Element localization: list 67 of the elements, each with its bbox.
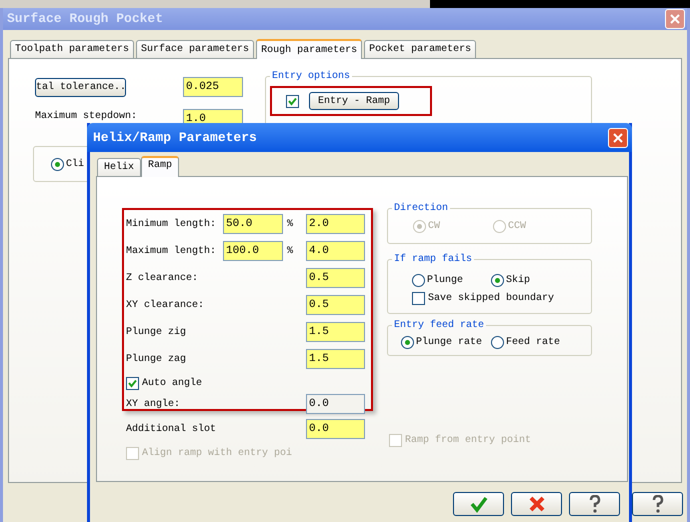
radio-button[interactable] <box>491 274 504 287</box>
close-icon <box>613 132 623 142</box>
input-field[interactable]: 1.5 <box>306 322 365 342</box>
field-label: Maximum stepdown: <box>35 110 138 124</box>
ok-button[interactable] <box>453 492 504 516</box>
group-title: Entry options <box>271 70 352 84</box>
help-icon <box>588 495 602 513</box>
radio-button[interactable] <box>412 274 425 287</box>
radio-label: Plunge rate <box>416 336 482 350</box>
window-title: Surface Rough Pocket <box>7 10 164 28</box>
tab[interactable]: Toolpath parameters <box>10 40 134 58</box>
field-label: XY angle: <box>126 398 182 412</box>
checkbox[interactable] <box>412 292 425 305</box>
input-field[interactable]: 2.0 <box>306 214 365 234</box>
field-label: Maximum length: <box>126 244 218 258</box>
checkbox[interactable] <box>126 377 139 390</box>
radio-button[interactable] <box>401 336 414 349</box>
tab[interactable]: Pocket parameters <box>364 40 476 58</box>
unit-label: % <box>286 218 294 232</box>
input-field[interactable]: 50.0 <box>223 214 283 234</box>
check-icon <box>288 96 297 106</box>
radio-label: Feed rate <box>506 336 560 350</box>
field-label: Plunge zag <box>126 352 188 366</box>
checkbox[interactable] <box>286 94 299 108</box>
input-field[interactable]: 0.0 <box>306 419 365 439</box>
help-button[interactable] <box>569 492 620 516</box>
close-icon <box>670 14 680 24</box>
check-icon <box>128 379 137 388</box>
radio-label: CCW <box>508 220 526 234</box>
close-button[interactable] <box>608 128 628 148</box>
entry-ramp-button[interactable]: Entry - Ramp <box>309 92 399 110</box>
radio-label: CW <box>428 220 440 234</box>
checkbox-label: Ramp from entry point <box>405 434 532 448</box>
input-field[interactable]: 4.0 <box>306 241 365 261</box>
field-label: Plunge zig <box>126 326 188 340</box>
input-field[interactable]: 0.5 <box>306 268 365 288</box>
tab[interactable]: Helix <box>97 158 142 176</box>
unit-label: % <box>286 244 294 258</box>
tolerance-button[interactable]: tal tolerance.. <box>35 78 126 96</box>
radio-button[interactable] <box>491 336 504 349</box>
close-icon <box>528 495 546 513</box>
checkmark-icon <box>470 495 488 513</box>
group-title: Entry feed rate <box>393 318 486 333</box>
help-button[interactable] <box>632 492 683 516</box>
field-label: Additional slot <box>126 422 218 436</box>
input-field[interactable]: 1.5 <box>306 349 365 369</box>
tab[interactable]: Ramp <box>141 156 180 177</box>
radio-button[interactable] <box>51 158 64 170</box>
tab[interactable]: Rough parameters <box>256 39 362 59</box>
cancel-button[interactable] <box>511 492 562 516</box>
radio-label: Cli <box>66 158 84 172</box>
tab[interactable]: Surface parameters <box>136 40 254 58</box>
checkbox-label: Align ramp with entry poi <box>142 446 292 461</box>
input-field[interactable]: 0.5 <box>306 295 365 315</box>
dialog-title: Helix/Ramp Parameters <box>93 128 257 147</box>
checkbox-label: Save skipped boundary <box>428 292 554 306</box>
field-label: Z clearance: <box>126 272 200 286</box>
input-field[interactable]: 100.0 <box>223 241 283 261</box>
group-title: If ramp fails <box>393 252 474 267</box>
group-title: Direction <box>393 202 450 216</box>
input-field[interactable]: 0.025 <box>183 77 243 97</box>
help-icon <box>650 495 664 513</box>
field-label: XY clearance: <box>126 298 206 312</box>
field-label: Minimum length: <box>126 218 218 232</box>
checkbox-label: Auto angle <box>142 376 202 391</box>
radio-label: Plunge <box>427 274 464 288</box>
radio-label: Skip <box>506 274 530 288</box>
